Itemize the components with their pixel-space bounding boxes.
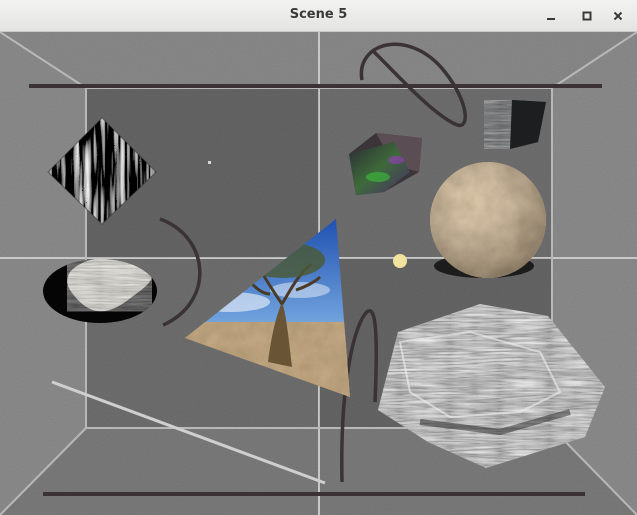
- small-marker: [208, 161, 211, 164]
- close-button[interactable]: [608, 6, 628, 24]
- textured-sphere[interactable]: [430, 162, 546, 278]
- application-window: Scene 5: [0, 0, 637, 515]
- yellow-point-light: [393, 254, 407, 268]
- small-textured-cube[interactable]: [484, 100, 546, 149]
- minimize-button[interactable]: [541, 6, 561, 24]
- maximize-icon: [582, 6, 592, 25]
- title-bar[interactable]: Scene 5: [0, 0, 637, 32]
- scene-canvas[interactable]: [0, 32, 637, 515]
- maximize-button[interactable]: [577, 6, 597, 24]
- close-icon: [613, 6, 623, 25]
- scene-viewport[interactable]: [0, 32, 637, 515]
- minimize-icon: [546, 6, 556, 25]
